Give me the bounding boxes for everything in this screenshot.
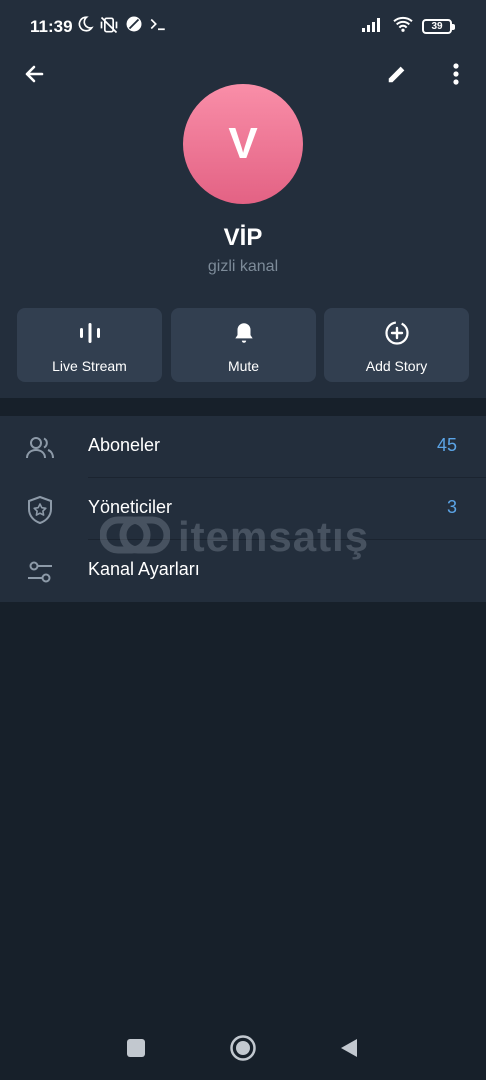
dots-vertical-icon bbox=[453, 62, 459, 90]
recent-apps-button[interactable] bbox=[120, 1034, 152, 1066]
add-story-icon bbox=[324, 320, 469, 346]
admin-count: 3 bbox=[446, 497, 457, 517]
list-item-kanal-ayarlari[interactable]: Kanal Ayarları bbox=[0, 540, 486, 602]
channel-info-list: Aboneler 45 Yöneticiler 3 Kanal Ayarları bbox=[0, 416, 486, 602]
edit-button[interactable] bbox=[379, 58, 415, 94]
avatar-letter: V bbox=[228, 119, 258, 168]
add-story-button[interactable]: Add Story bbox=[324, 308, 469, 382]
list-item-label: Yöneticiler bbox=[88, 497, 173, 517]
back-nav-button[interactable] bbox=[333, 1034, 365, 1066]
more-button[interactable] bbox=[438, 58, 474, 94]
channel-header: 11:39 39 V VİP gizli kanal Live Stream M… bbox=[0, 0, 486, 398]
system-nav-bar bbox=[0, 1020, 486, 1080]
battery-icon: 39 bbox=[422, 19, 455, 34]
status-bar: 11:39 39 bbox=[0, 0, 486, 54]
square-icon bbox=[126, 1038, 146, 1063]
live-stream-icon bbox=[17, 320, 162, 346]
live-stream-button[interactable]: Live Stream bbox=[17, 308, 162, 382]
section-divider bbox=[0, 398, 486, 416]
live-stream-label: Live Stream bbox=[52, 358, 127, 374]
list-item-label: Kanal Ayarları bbox=[88, 559, 200, 579]
signal-icon bbox=[362, 16, 384, 37]
list-item-yoneticiler[interactable]: Yöneticiler 3 bbox=[0, 478, 486, 540]
mute-button[interactable]: Mute bbox=[171, 308, 316, 382]
add-story-label: Add Story bbox=[365, 358, 428, 374]
home-circle-icon bbox=[229, 1034, 257, 1067]
people-icon bbox=[24, 432, 56, 464]
channel-subtitle: gizli kanal bbox=[207, 258, 279, 275]
subscriber-count: 45 bbox=[436, 435, 457, 455]
no-disturb-icon bbox=[125, 15, 143, 38]
back-button[interactable] bbox=[16, 58, 52, 94]
pencil-icon bbox=[386, 63, 408, 90]
moon-icon bbox=[76, 15, 94, 38]
shield-star-icon bbox=[24, 494, 56, 526]
sliders-icon bbox=[24, 556, 56, 588]
list-item-aboneler[interactable]: Aboneler 45 bbox=[0, 416, 486, 478]
channel-title: VİP bbox=[223, 224, 263, 251]
vibrate-off-icon bbox=[99, 15, 119, 40]
status-right: 39 bbox=[362, 15, 455, 38]
channel-avatar[interactable]: V bbox=[183, 84, 303, 204]
status-time: 11:39 bbox=[30, 17, 73, 36]
terminal-icon bbox=[149, 15, 167, 38]
list-item-label: Aboneler bbox=[88, 435, 161, 455]
mute-label: Mute bbox=[227, 358, 260, 374]
wifi-icon bbox=[392, 15, 414, 38]
arrow-left-icon bbox=[22, 62, 46, 91]
bell-icon bbox=[171, 320, 316, 346]
back-triangle-icon bbox=[339, 1037, 359, 1064]
home-button[interactable] bbox=[227, 1034, 259, 1066]
